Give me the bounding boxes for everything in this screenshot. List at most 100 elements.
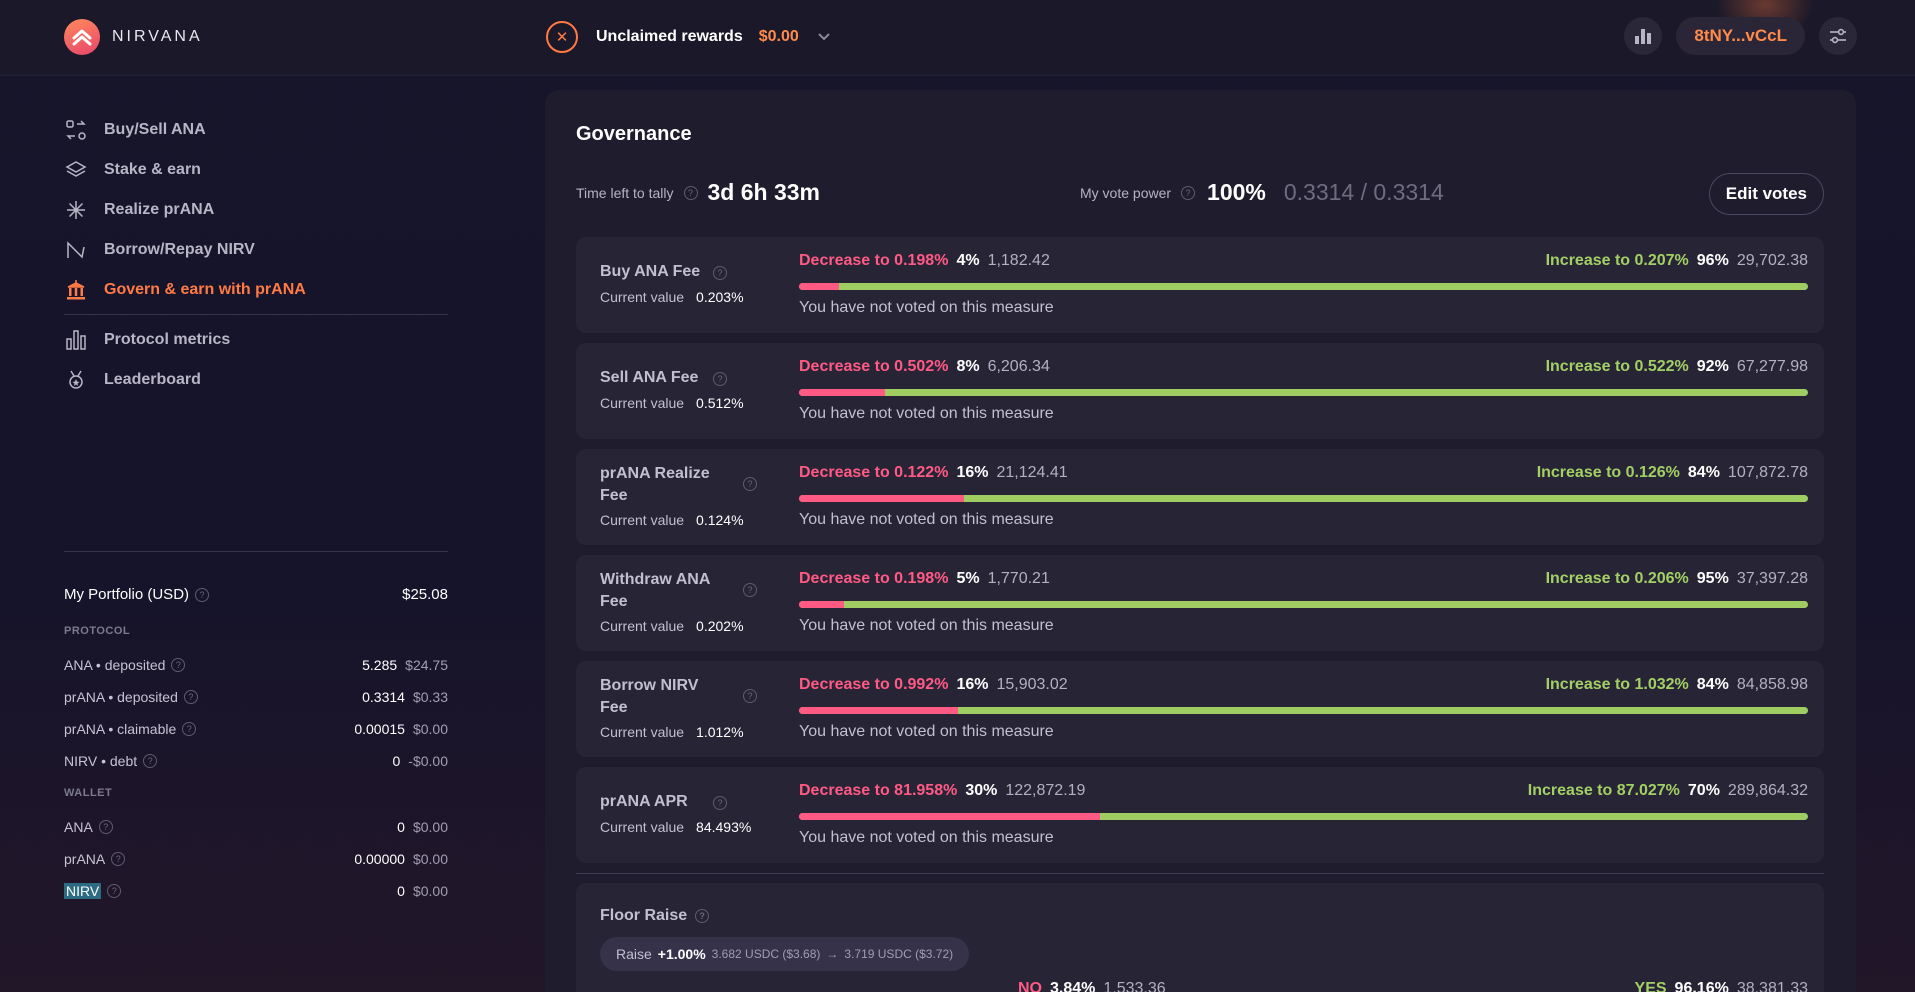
edit-votes-button[interactable]: Edit votes [1708,173,1824,215]
help-icon[interactable]: ? [713,372,727,386]
portfolio-total: $25.08 [402,586,448,603]
borrow-icon [64,238,88,262]
nirvana-logo-icon [64,19,100,55]
increase-option[interactable]: Increase to 0.206% 95% 37,397.28 [1546,570,1808,588]
portfolio-row: NIRV? 0 $0.00 [64,875,448,907]
decrease-option[interactable]: Decrease to 0.198% 4% 1,182.42 [799,252,1050,270]
help-icon[interactable]: ? [195,587,210,602]
help-icon[interactable]: ? [111,852,126,866]
wallet-section-label: WALLET [64,787,113,799]
help-icon[interactable]: ? [713,796,727,810]
measure-card[interactable]: prANA Realize Fee ? Current value 0.124% … [576,449,1824,545]
portfolio-row: ANA? 0 $0.00 [64,811,448,843]
governance-card: Governance Time left to tally ? 3d 6h 33… [545,90,1856,992]
help-icon[interactable]: ? [107,884,122,898]
sidebar-item-leaderboard[interactable]: Leaderboard [64,360,448,400]
decrease-option[interactable]: Decrease to 0.122% 16% 21,124.41 [799,464,1068,482]
section-divider [576,873,1824,874]
increase-label: Increase to 0.207% [1545,252,1689,269]
sidebar-item-borrow[interactable]: Borrow/Repay NIRV [64,230,448,270]
measure-card[interactable]: Sell ANA Fee ? Current value 0.512% Decre… [576,343,1824,439]
measure-card[interactable]: Withdraw ANA Fee ? Current value 0.202% D… [576,555,1824,651]
help-icon[interactable]: ? [743,583,757,597]
help-icon[interactable]: ? [743,689,757,703]
yes-label: YES [1634,980,1667,992]
help-icon[interactable]: ? [143,754,158,768]
settings-button[interactable] [1819,17,1857,55]
increase-label: Increase to 0.522% [1545,358,1689,375]
decrease-option[interactable]: Decrease to 81.958% 30% 122,872.19 [799,782,1085,800]
help-icon[interactable]: ? [171,658,186,672]
help-icon[interactable]: ? [713,266,727,280]
current-value-label: Current value [600,512,685,528]
asset-amount: 0.00000 [354,851,405,867]
decrease-label: Decrease to 0.502% [799,358,949,375]
wallet-address-button[interactable]: 8tNY...vCcL [1676,17,1805,55]
asset-label: prANA • deposited [64,689,178,705]
current-value-row: Current value 0.512% [600,395,744,411]
portfolio-row: prANA • deposited? 0.3314 $0.33 [64,681,448,713]
decrease-share-fill [799,283,840,290]
decrease-share-fill [799,495,965,502]
decrease-option[interactable]: Decrease to 0.992% 16% 15,903.02 [799,676,1068,694]
help-icon[interactable]: ? [743,477,757,491]
increase-option[interactable]: Increase to 1.032% 84% 84,858.98 [1546,676,1808,694]
decrease-option[interactable]: Decrease to 0.502% 8% 6,206.34 [799,358,1050,376]
help-icon[interactable]: ? [1181,185,1196,200]
decrease-option[interactable]: Decrease to 0.198% 5% 1,770.21 [799,570,1050,588]
vote-power-percent: 100% [1207,179,1266,205]
help-icon[interactable]: ? [183,690,198,704]
asset-usd: -$0.00 [408,753,448,769]
vote-split-bar [799,601,1808,608]
portfolio-row: ANA • deposited? 5.285 $24.75 [64,649,448,681]
layers-icon [64,158,88,182]
current-value-row: Current value 84.493% [600,819,751,835]
unclaimed-rewards[interactable]: ✕ Unclaimed rewards $0.00 [546,21,831,53]
help-icon[interactable]: ? [695,909,710,923]
increase-option[interactable]: Increase to 0.126% 84% 107,872.78 [1537,464,1808,482]
increase-percent: 84% [1687,464,1720,481]
measure-card[interactable]: Buy ANA Fee ? Current value 0.203% Decrea… [576,237,1824,333]
stats-button[interactable] [1624,17,1663,55]
increase-percent: 92% [1696,358,1729,375]
sidebar-item-realize[interactable]: Realize prANA [64,190,448,230]
sidebar-item-buy-sell[interactable]: Buy/Sell ANA [64,110,448,150]
asset-usd: $0.00 [412,883,448,899]
asset-label: prANA [64,851,106,867]
current-value: 0.512% [696,395,744,411]
brand-logo[interactable]: NIRVANA [64,19,203,55]
current-value: 0.203% [696,289,744,305]
current-value-label: Current value [600,618,685,634]
chevron-down-icon[interactable] [817,29,831,45]
increase-option[interactable]: Increase to 0.207% 96% 29,702.38 [1546,252,1808,270]
asset-label: ANA • deposited [64,657,166,673]
sidebar-nav: Buy/Sell ANA Stake & earn Realize prANA … [64,110,448,400]
help-icon[interactable]: ? [683,185,698,200]
portfolio-title: My Portfolio (USD) [64,586,190,603]
decrease-percent: 16% [956,464,989,481]
sidebar-item-metrics[interactable]: Protocol metrics [64,320,448,360]
no-votes: 1,533.36 [1103,980,1166,992]
decrease-percent: 8% [956,358,980,375]
sliders-icon [1830,28,1846,44]
increase-label: Increase to 0.126% [1536,464,1680,481]
portfolio-header: My Portfolio (USD) ? $25.08 [64,586,448,603]
help-icon[interactable]: ? [182,722,197,736]
portfolio-row: prANA • claimable? 0.00015 $0.00 [64,713,448,745]
sidebar-divider [64,314,448,315]
measure-card[interactable]: prANA APR ? Current value 84.493% Decreas… [576,767,1824,863]
decrease-votes: 21,124.41 [996,464,1068,481]
measure-card[interactable]: Borrow NIRV Fee ? Current value 1.012% De… [576,661,1824,757]
sidebar-item-govern[interactable]: Govern & earn with prANA [64,270,448,310]
asset-amount: 5.285 [362,657,398,673]
vote-status: You have not voted on this measure [799,299,1054,316]
sidebar-item-label: Stake & earn [104,161,201,178]
help-icon[interactable]: ? [98,820,113,834]
asset-usd: $24.75 [405,657,448,673]
increase-option[interactable]: Increase to 87.027% 70% 289,864.32 [1528,782,1808,800]
sidebar-item-stake[interactable]: Stake & earn [64,150,448,190]
swap-icon [64,118,88,142]
increase-option[interactable]: Increase to 0.522% 92% 67,277.98 [1546,358,1808,376]
asset-amount: 0.3314 [362,689,405,705]
vote-status: You have not voted on this measure [799,617,1054,634]
